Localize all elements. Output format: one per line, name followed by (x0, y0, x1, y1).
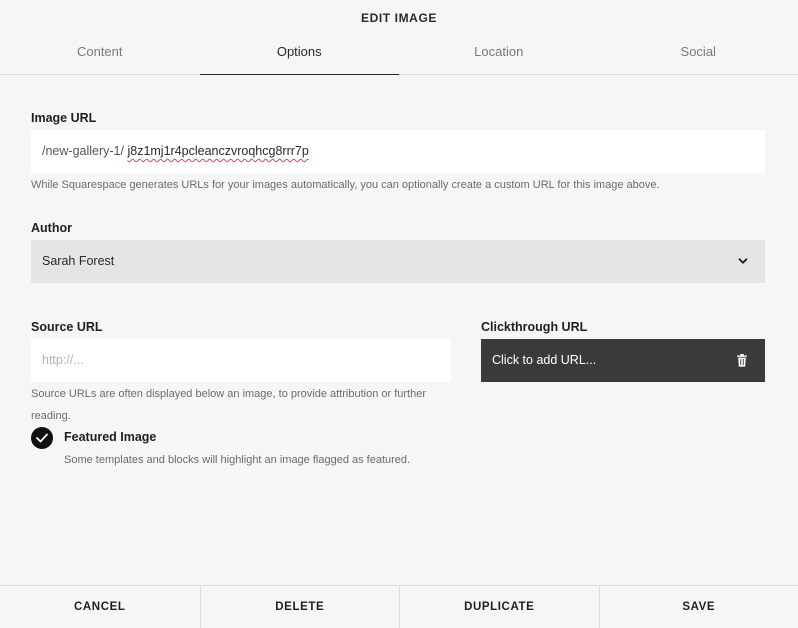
image-url-prefix: /new-gallery-1/ (42, 144, 124, 158)
source-url-label: Source URL (31, 320, 103, 334)
source-url-help-line2: reading. (31, 410, 71, 422)
clickthrough-url-value: Click to add URL... (492, 353, 597, 367)
source-url-help-line1: Source URLs are often displayed below an… (31, 388, 426, 400)
cancel-button[interactable]: CANCEL (0, 586, 200, 628)
dialog-title: EDIT IMAGE (360, 11, 437, 25)
duplicate-button[interactable]: DUPLICATE (399, 586, 599, 628)
checkmark-icon (36, 433, 48, 443)
image-url-help: While Squarespace generates URLs for you… (31, 179, 660, 191)
author-value: Sarah Forest (42, 254, 115, 268)
delete-button[interactable]: DELETE (199, 586, 400, 628)
tab-location[interactable]: Location (399, 36, 599, 74)
featured-image-label[interactable]: Featured Image (64, 430, 156, 444)
clickthrough-url-label: Clickthrough URL (481, 320, 588, 334)
image-url-label: Image URL (31, 111, 97, 125)
tab-social[interactable]: Social (599, 36, 798, 74)
dialog-footer: CANCEL DELETE DUPLICATE SAVE (0, 585, 798, 628)
tab-content[interactable]: Content (0, 36, 200, 74)
chevron-down-icon (738, 258, 748, 264)
clickthrough-url-button[interactable]: Click to add URL... (481, 339, 765, 382)
source-url-placeholder: http://... (42, 353, 84, 367)
edit-image-dialog: EDIT IMAGE Content Options Location Soci… (0, 0, 798, 628)
tab-bar: Content Options Location Social (0, 36, 798, 75)
featured-image-help: Some templates and blocks will highlight… (64, 454, 411, 466)
source-url-input[interactable]: http://... (31, 339, 451, 382)
tab-options[interactable]: Options (199, 36, 400, 75)
featured-image-checkbox[interactable] (31, 427, 53, 449)
save-button[interactable]: SAVE (598, 586, 798, 628)
image-url-slug: j8z1mj1r4pcleanczvroqhcg8rrr7p (127, 144, 309, 158)
author-label: Author (31, 221, 72, 235)
author-select[interactable]: Sarah Forest (31, 240, 765, 283)
trash-icon[interactable] (736, 354, 748, 367)
image-url-input[interactable]: /new-gallery-1/ j8z1mj1r4pcleanczvroqhcg… (31, 130, 765, 173)
